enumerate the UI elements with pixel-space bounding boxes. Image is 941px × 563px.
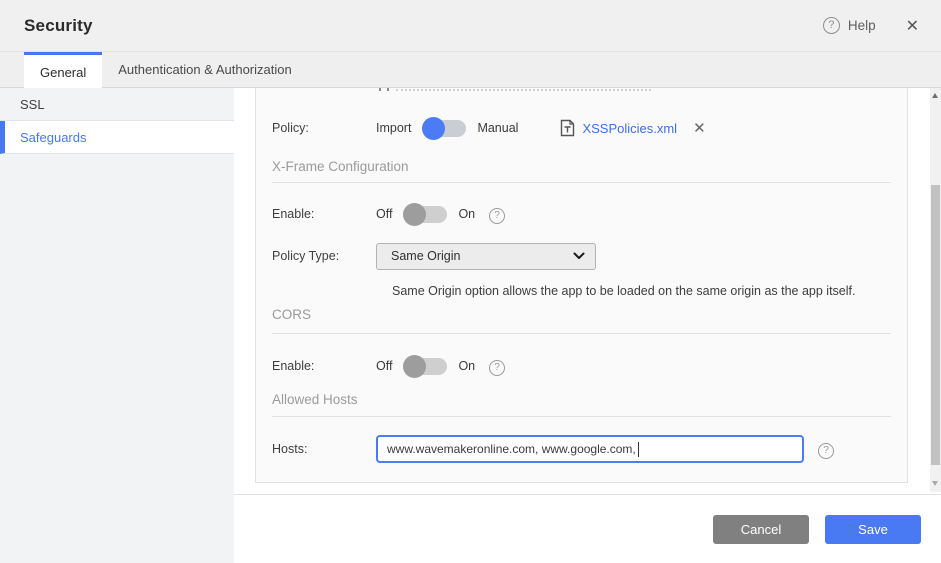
- policy-type-row: Policy Type: Same Origin: [256, 242, 907, 270]
- xframe-on-label: On: [458, 207, 476, 221]
- toggle-knob: [403, 354, 427, 378]
- cors-section-heading: CORS: [272, 307, 312, 322]
- close-icon[interactable]: ✕: [902, 14, 923, 38]
- section-divider: [272, 333, 891, 334]
- policy-label: Policy:: [272, 121, 309, 135]
- sidebar: SSL Safeguards: [0, 88, 234, 563]
- help-icon: ?: [489, 359, 506, 376]
- policy-type-label: Policy Type:: [272, 249, 340, 263]
- section-divider: [272, 416, 891, 417]
- clipped-scrolled-content: [256, 88, 907, 93]
- policy-option-manual: Manual: [477, 121, 519, 135]
- xframe-section-heading: X-Frame Configuration: [272, 159, 409, 174]
- text-file-icon: [561, 119, 575, 137]
- toggle-knob: [422, 116, 446, 140]
- hosts-help[interactable]: ?: [818, 440, 834, 459]
- hosts-input[interactable]: www.wavemakeronline.com, www.google.com,: [376, 435, 804, 463]
- scrollbar-up-arrow[interactable]: [932, 93, 938, 98]
- cors-enable-help[interactable]: ?: [489, 357, 506, 376]
- xframe-enable-row: Enable: Off On ?: [256, 200, 907, 228]
- xframe-enable-label: Enable:: [272, 207, 315, 221]
- policy-type-select[interactable]: Same Origin: [376, 242, 596, 270]
- cancel-button[interactable]: Cancel: [713, 515, 809, 544]
- allowed-hosts-heading: Allowed Hosts: [272, 392, 358, 407]
- xframe-enable-help[interactable]: ?: [489, 205, 506, 224]
- policy-type-value: Same Origin: [391, 249, 461, 263]
- dialog-footer: Cancel Save: [234, 494, 941, 563]
- cors-enable-row: Enable: Off On ?: [256, 352, 907, 380]
- cors-on-label: On: [458, 359, 476, 373]
- policy-row: Policy: Import Manual XSSPolicies.xml ✕: [256, 114, 907, 142]
- help-icon: ?: [489, 207, 506, 224]
- policy-file-link[interactable]: XSSPolicies.xml: [582, 121, 677, 136]
- scrollbar-thumb[interactable]: [931, 185, 940, 465]
- help-label: Help: [847, 18, 876, 33]
- help-icon: ?: [822, 17, 840, 34]
- cors-off-label: Off: [376, 359, 393, 373]
- hosts-label: Hosts:: [272, 442, 308, 456]
- help-button[interactable]: ? Help: [822, 17, 876, 34]
- scrollbar-down-arrow[interactable]: [932, 481, 938, 486]
- tab-authentication-authorization[interactable]: Authentication & Authorization: [102, 52, 307, 87]
- cors-enable-toggle[interactable]: [403, 354, 448, 378]
- sidebar-item-safeguards[interactable]: Safeguards: [0, 121, 234, 154]
- tab-general[interactable]: General: [24, 52, 103, 89]
- save-button[interactable]: Save: [825, 515, 921, 544]
- chevron-down-icon: [573, 252, 585, 259]
- policy-file-chip: XSSPolicies.xml ✕: [560, 119, 706, 137]
- sidebar-item-ssl[interactable]: SSL: [0, 88, 234, 121]
- header-actions: ? Help ✕: [822, 14, 923, 38]
- section-divider: [272, 182, 891, 183]
- security-dialog: Security ? Help ✕ General Authentication…: [0, 0, 941, 563]
- hosts-row: Hosts: www.wavemakeronline.com, www.goog…: [256, 435, 907, 463]
- cors-enable-label: Enable:: [272, 359, 315, 373]
- page-title: Security: [24, 15, 93, 35]
- help-icon: ?: [818, 442, 834, 459]
- text-caret: [637, 441, 639, 457]
- xframe-off-label: Off: [376, 207, 393, 221]
- policy-import-manual-toggle[interactable]: [422, 116, 467, 140]
- dialog-header: Security ? Help ✕: [0, 0, 941, 52]
- remove-file-icon[interactable]: ✕: [693, 119, 706, 137]
- toggle-knob: [403, 202, 427, 226]
- vertical-scrollbar[interactable]: [930, 88, 941, 492]
- settings-panel: Policy: Import Manual XSSPolicies.xml ✕ …: [255, 88, 908, 483]
- tab-bar: General Authentication & Authorization: [0, 52, 941, 89]
- hosts-value: www.wavemakeronline.com, www.google.com,: [387, 442, 636, 456]
- policy-type-description: Same Origin option allows the app to be …: [392, 284, 856, 298]
- xframe-enable-toggle[interactable]: [403, 202, 448, 226]
- policy-option-import: Import: [376, 121, 412, 135]
